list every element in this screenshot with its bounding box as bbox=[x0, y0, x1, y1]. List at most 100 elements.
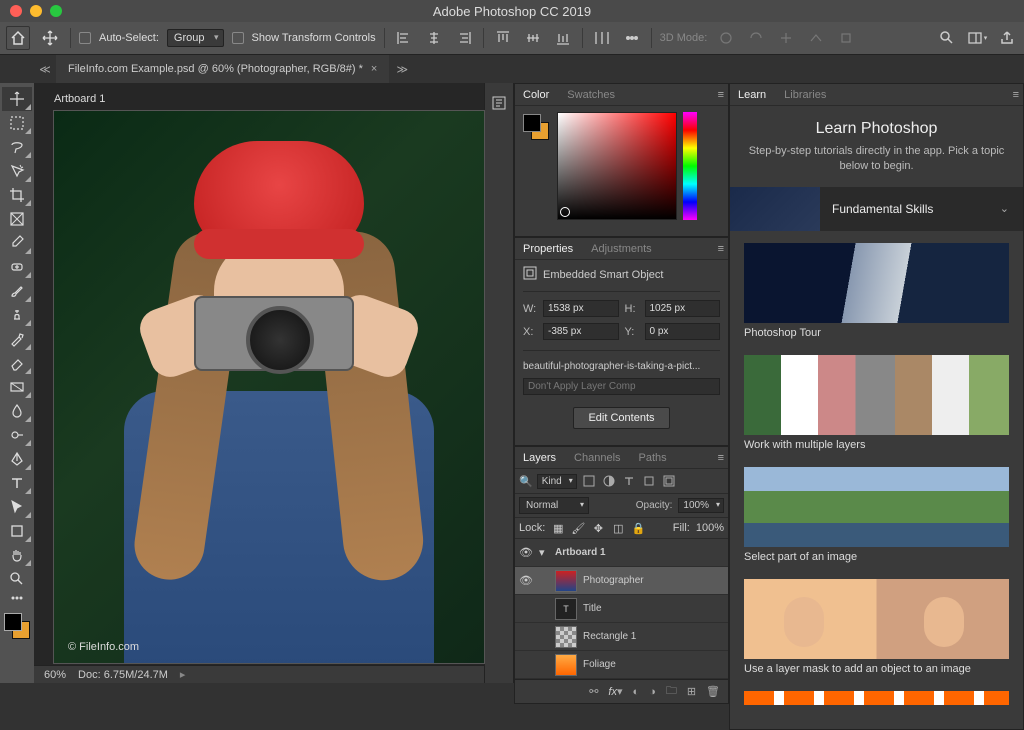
layer-item[interactable]: 👁 Photographer bbox=[515, 567, 728, 595]
learn-card[interactable]: Photoshop Tour bbox=[744, 243, 1009, 339]
move-tool[interactable] bbox=[2, 87, 32, 111]
lock-transparent-icon[interactable]: ▦ bbox=[551, 521, 565, 535]
x-input[interactable]: -385 px bbox=[543, 323, 619, 340]
layer-thumbnail[interactable]: T bbox=[555, 598, 577, 620]
delete-layer-icon[interactable]: 🗑 bbox=[706, 685, 720, 698]
layer-item[interactable]: T Title bbox=[515, 595, 728, 623]
link-layers-icon[interactable]: ⚯ bbox=[589, 685, 598, 698]
align-center-h-icon[interactable] bbox=[423, 27, 445, 49]
filter-shape-icon[interactable] bbox=[641, 473, 657, 489]
doc-size[interactable]: Doc: 6.75M/24.7M bbox=[78, 669, 168, 681]
layer-artboard[interactable]: 👁 ▾ Artboard 1 bbox=[515, 539, 728, 567]
layer-name[interactable]: Rectangle 1 bbox=[583, 631, 724, 642]
zoom-level[interactable]: 60% bbox=[44, 669, 66, 681]
lock-position-icon[interactable]: ✥ bbox=[591, 521, 605, 535]
marquee-tool[interactable] bbox=[2, 111, 32, 135]
layer-fx-icon[interactable]: fx▾ bbox=[608, 685, 622, 698]
crop-tool[interactable] bbox=[2, 183, 32, 207]
adjustments-tab[interactable]: Adjustments bbox=[587, 240, 656, 258]
lock-all-icon[interactable]: 🔒 bbox=[631, 521, 645, 535]
lock-image-icon[interactable]: 🖌 bbox=[571, 521, 585, 535]
layer-comp-dropdown[interactable]: Don't Apply Layer Comp bbox=[523, 378, 720, 395]
new-group-icon[interactable]: 🗀 bbox=[666, 682, 677, 701]
lock-artboard-icon[interactable]: ◫ bbox=[611, 521, 625, 535]
healing-tool[interactable] bbox=[2, 255, 32, 279]
artboard-label[interactable]: Artboard 1 bbox=[54, 93, 105, 105]
paths-tab[interactable]: Paths bbox=[635, 449, 671, 467]
workspace-switcher-icon[interactable]: ▾ bbox=[966, 27, 988, 49]
learn-card[interactable]: Use a layer mask to add an object to an … bbox=[744, 579, 1009, 675]
path-select-tool[interactable] bbox=[2, 495, 32, 519]
align-center-v-icon[interactable] bbox=[522, 27, 544, 49]
auto-select-checkbox[interactable] bbox=[79, 32, 91, 44]
distribute-icon[interactable] bbox=[591, 27, 613, 49]
align-top-icon[interactable] bbox=[492, 27, 514, 49]
layer-name[interactable]: Artboard 1 bbox=[555, 547, 724, 558]
layer-thumbnail[interactable] bbox=[555, 654, 577, 676]
show-transform-checkbox[interactable] bbox=[232, 32, 244, 44]
close-window-icon[interactable] bbox=[10, 5, 22, 17]
foreground-background-swatch[interactable] bbox=[523, 114, 549, 140]
layer-item[interactable]: Rectangle 1 bbox=[515, 623, 728, 651]
gradient-tool[interactable] bbox=[2, 375, 32, 399]
width-input[interactable]: 1538 px bbox=[543, 300, 619, 317]
filter-kind-dropdown[interactable]: Kind bbox=[537, 474, 577, 489]
history-brush-tool[interactable] bbox=[2, 327, 32, 351]
filter-smart-icon[interactable] bbox=[661, 473, 677, 489]
eraser-tool[interactable] bbox=[2, 351, 32, 375]
pen-tool[interactable] bbox=[2, 447, 32, 471]
filter-adjust-icon[interactable] bbox=[601, 473, 617, 489]
panel-menu-icon[interactable]: ≡ bbox=[718, 89, 724, 101]
blend-mode-dropdown[interactable]: Normal bbox=[519, 497, 589, 514]
layer-thumbnail[interactable] bbox=[555, 570, 577, 592]
clone-stamp-tool[interactable] bbox=[2, 303, 32, 327]
layer-item[interactable]: Foliage bbox=[515, 651, 728, 679]
quick-select-tool[interactable] bbox=[2, 159, 32, 183]
swatches-tab[interactable]: Swatches bbox=[563, 86, 619, 104]
canvas-area[interactable]: Artboard 1 © FileInfo.com 60% Doc: 6.75M… bbox=[34, 83, 484, 683]
toolbar-more-icon[interactable] bbox=[2, 591, 32, 605]
filter-type-icon[interactable] bbox=[621, 473, 637, 489]
new-adjustment-icon[interactable]: ◑ bbox=[649, 686, 656, 698]
learn-card[interactable] bbox=[744, 691, 1009, 705]
home-icon[interactable] bbox=[6, 26, 30, 50]
lasso-tool[interactable] bbox=[2, 135, 32, 159]
zoom-window-icon[interactable] bbox=[50, 5, 62, 17]
minimize-window-icon[interactable] bbox=[30, 5, 42, 17]
move-tool-icon[interactable] bbox=[38, 26, 62, 50]
more-icon[interactable] bbox=[621, 27, 643, 49]
panel-menu-icon[interactable]: ≡ bbox=[1013, 89, 1019, 101]
auto-select-dropdown[interactable]: Group bbox=[167, 29, 224, 47]
learn-tab[interactable]: Learn bbox=[734, 86, 770, 104]
visibility-icon[interactable]: 👁 bbox=[519, 574, 533, 587]
document-tab[interactable]: FileInfo.com Example.psd @ 60% (Photogra… bbox=[56, 55, 389, 83]
align-bottom-icon[interactable] bbox=[552, 27, 574, 49]
zoom-tool[interactable] bbox=[2, 567, 32, 591]
shape-tool[interactable] bbox=[2, 519, 32, 543]
filter-pixel-icon[interactable] bbox=[581, 473, 597, 489]
edit-contents-button[interactable]: Edit Contents bbox=[573, 407, 669, 429]
hand-tool[interactable] bbox=[2, 543, 32, 567]
color-tab[interactable]: Color bbox=[519, 86, 553, 104]
panel-menu-icon[interactable]: ≡ bbox=[718, 452, 724, 464]
new-layer-icon[interactable]: ⊞ bbox=[687, 685, 696, 698]
close-tab-icon[interactable]: × bbox=[371, 63, 377, 75]
fill-input[interactable]: 100% bbox=[696, 522, 724, 534]
artboard[interactable]: © FileInfo.com bbox=[54, 111, 484, 663]
panel-menu-icon[interactable]: ≡ bbox=[718, 243, 724, 255]
history-dock-icon[interactable] bbox=[487, 91, 511, 115]
color-swatch-tool[interactable] bbox=[4, 607, 30, 679]
libraries-tab[interactable]: Libraries bbox=[780, 86, 830, 104]
tabs-next-icon[interactable]: ≫ bbox=[391, 55, 413, 83]
layer-name[interactable]: Photographer bbox=[583, 575, 724, 586]
type-tool[interactable] bbox=[2, 471, 32, 495]
height-input[interactable]: 1025 px bbox=[645, 300, 721, 317]
blur-tool[interactable] bbox=[2, 399, 32, 423]
search-icon[interactable] bbox=[936, 27, 958, 49]
learn-card[interactable]: Work with multiple layers bbox=[744, 355, 1009, 451]
learn-category[interactable]: Fundamental Skills ⌄ bbox=[730, 187, 1023, 231]
brush-tool[interactable] bbox=[2, 279, 32, 303]
learn-card[interactable]: Select part of an image bbox=[744, 467, 1009, 563]
layer-thumbnail[interactable] bbox=[555, 626, 577, 648]
eyedropper-tool[interactable] bbox=[2, 231, 32, 255]
